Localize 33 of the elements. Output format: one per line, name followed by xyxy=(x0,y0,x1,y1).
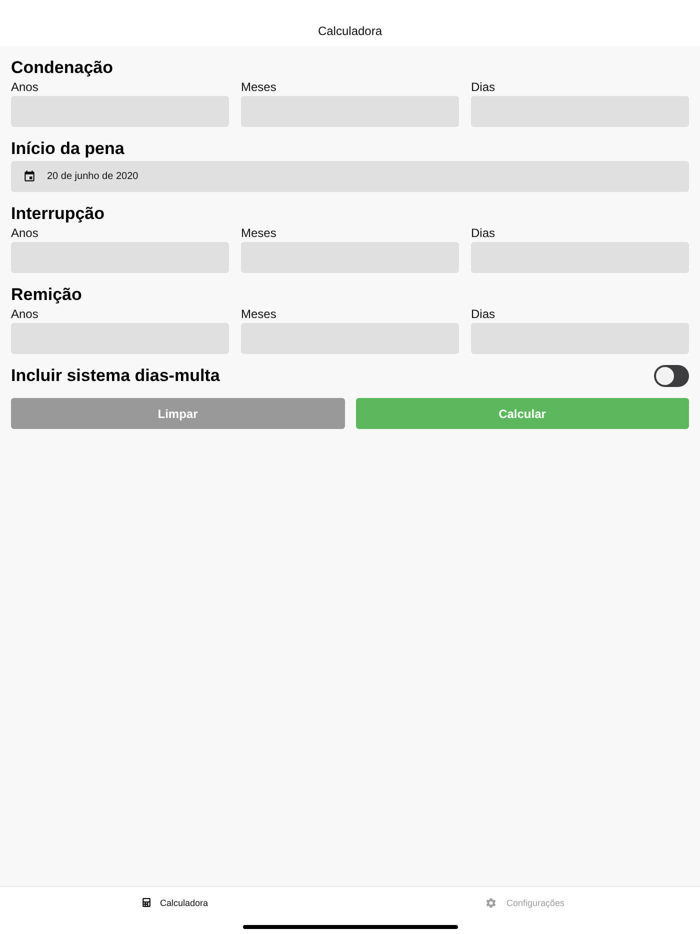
field-label: Meses xyxy=(241,80,278,94)
field-label: Meses xyxy=(241,226,278,240)
input-field[interactable] xyxy=(241,242,459,273)
input-field[interactable] xyxy=(11,96,229,127)
toggle-switch[interactable] xyxy=(654,365,689,387)
toggle-label: Incluir sistema dias-multa xyxy=(11,366,220,386)
section-title: Interrupção xyxy=(11,204,106,224)
calendar-icon xyxy=(23,170,36,183)
field-label: Dias xyxy=(471,307,496,321)
date-field[interactable]: 20 de junho de 2020 xyxy=(11,161,689,192)
input-field[interactable] xyxy=(11,323,229,354)
field-label: Anos xyxy=(11,226,40,240)
section-title: Início da pena xyxy=(11,139,126,159)
field-label: Dias xyxy=(471,226,496,240)
section-title: Condenação xyxy=(11,58,114,78)
calculate-button[interactable]: Calcular xyxy=(356,398,689,429)
input-field[interactable] xyxy=(471,242,689,273)
input-field[interactable] xyxy=(471,96,689,127)
field-label: Anos xyxy=(11,307,40,321)
tab-bar-item[interactable]: Calculadora xyxy=(0,887,350,918)
screen-title: Calculadora xyxy=(318,24,382,38)
input-field[interactable] xyxy=(241,96,459,127)
field-label: Meses xyxy=(241,307,278,321)
input-field[interactable] xyxy=(471,323,689,354)
input-field[interactable] xyxy=(241,323,459,354)
field-label: Dias xyxy=(471,80,496,94)
settings-icon xyxy=(485,896,498,908)
clear-button[interactable]: Limpar xyxy=(11,398,344,429)
section-title: Remição xyxy=(11,285,83,305)
input-field[interactable] xyxy=(11,242,229,273)
calculator-icon xyxy=(142,898,151,907)
field-label: Anos xyxy=(11,80,40,94)
tab-bar-item[interactable]: Configurações xyxy=(350,887,700,918)
